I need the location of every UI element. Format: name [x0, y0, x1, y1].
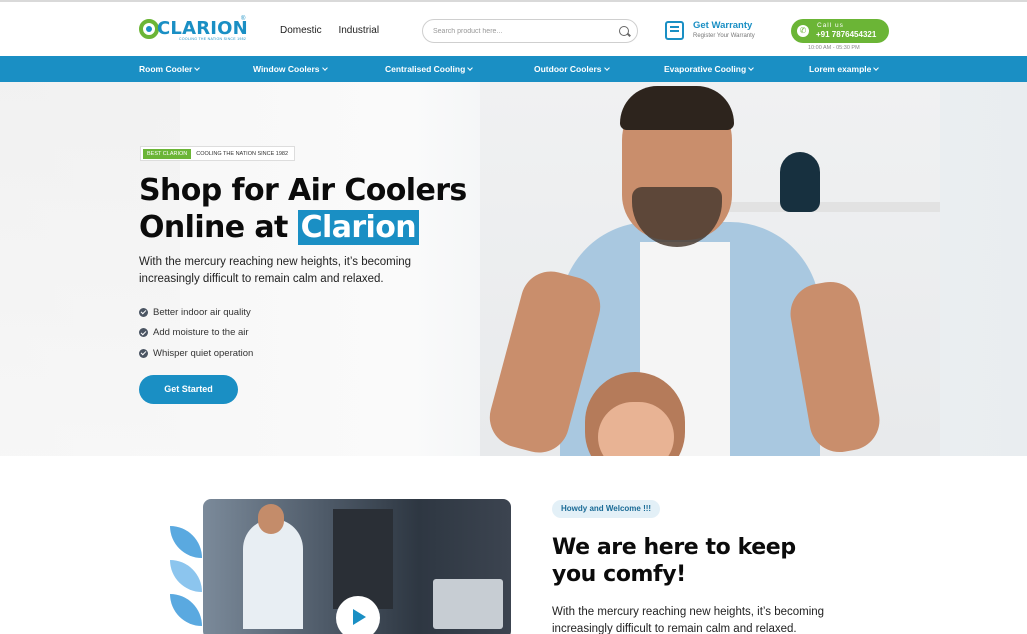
call-us-button[interactable]: ✆ Call us +91 7876454321	[791, 19, 889, 43]
category-evaporative-cooling[interactable]: Evaporative Cooling	[664, 64, 755, 74]
man-hair	[620, 86, 734, 130]
leaf-shape	[170, 526, 202, 558]
hero-title-line2-prefix: Online at	[139, 210, 298, 245]
category-label: Outdoor Coolers	[534, 64, 602, 74]
category-label: Evaporative Cooling	[664, 64, 747, 74]
nav-industrial[interactable]: Industrial	[338, 25, 379, 36]
category-label: Room Cooler	[139, 64, 193, 74]
feature-label: Better indoor air quality	[153, 306, 251, 318]
chevron-down-icon	[467, 65, 474, 71]
welcome-title: We are here to keep you comfy!	[552, 534, 796, 588]
feature-item: Add moisture to the air	[139, 323, 253, 344]
phone-icon: ✆	[797, 25, 809, 37]
call-number: +91 7876454321	[816, 30, 877, 39]
badge-text: COOLING THE NATION SINCE 1982	[196, 150, 289, 157]
hero-title: Shop for Air Coolers Online at Clarion	[139, 172, 467, 246]
hero-title-line1: Shop for Air Coolers	[139, 173, 467, 208]
category-room-cooler[interactable]: Room Cooler	[139, 64, 201, 74]
leaf-shape	[170, 594, 202, 626]
video-person-head	[258, 504, 284, 534]
video-machine	[333, 509, 393, 609]
leaf-shape	[170, 560, 202, 592]
intro-video[interactable]	[203, 499, 511, 634]
warranty-title: Get Warranty	[693, 20, 753, 31]
feature-label: Whisper quiet operation	[153, 347, 254, 359]
hero-title-highlight: Clarion	[297, 210, 419, 245]
page: CLARION ® COOLING THE NATION SINCE 1982 …	[0, 0, 1027, 634]
video-monitor	[433, 579, 503, 629]
warranty-subtitle: Register Your Warranty	[693, 33, 755, 39]
welcome-description: With the mercury reaching new heights, i…	[552, 606, 825, 634]
site-header: CLARION ® COOLING THE NATION SINCE 1982 …	[0, 0, 1027, 56]
welcome-title-line2: you comfy!	[552, 562, 686, 587]
play-icon[interactable]	[336, 596, 380, 634]
warranty-certificate-icon	[665, 21, 684, 40]
chevron-down-icon	[748, 65, 755, 71]
call-label: Call us	[817, 22, 844, 29]
logo-registered-mark: ®	[241, 16, 246, 22]
nav-domestic[interactable]: Domestic	[280, 25, 322, 36]
search-input[interactable]	[433, 25, 613, 38]
check-icon	[139, 328, 148, 338]
category-label: Window Coolers	[253, 64, 320, 74]
feature-item: Whisper quiet operation	[139, 343, 253, 364]
welcome-tag: Howdy and Welcome !!!	[552, 500, 661, 518]
check-icon	[139, 307, 148, 317]
category-nav-bar: Room Cooler Window Coolers Centralised C…	[0, 56, 1027, 82]
logo-tagline: COOLING THE NATION SINCE 1982	[179, 37, 247, 41]
badge-highlight: BEST CLARION	[143, 148, 192, 159]
search-box	[422, 19, 638, 43]
category-centralised-cooling[interactable]: Centralised Cooling	[385, 64, 474, 74]
hero-badge: BEST CLARION COOLING THE NATION SINCE 19…	[140, 146, 296, 161]
top-nav: Domestic Industrial	[280, 25, 393, 36]
get-started-button[interactable]: Get Started	[139, 375, 238, 404]
category-lorem-example[interactable]: Lorem example	[809, 64, 880, 74]
call-hours: 10:00 AM - 05:30 PM	[808, 45, 860, 51]
clarion-logo[interactable]: CLARION ® COOLING THE NATION SINCE 1982	[139, 16, 249, 44]
chevron-down-icon	[194, 65, 201, 71]
category-label: Centralised Cooling	[385, 64, 466, 74]
hero-section: BEST CLARION COOLING THE NATION SINCE 19…	[0, 82, 1027, 456]
category-label: Lorem example	[809, 64, 872, 74]
logo-text: CLARION	[157, 18, 248, 39]
category-window-coolers[interactable]: Window Coolers	[253, 64, 328, 74]
chevron-down-icon	[603, 65, 610, 71]
logo-mark-icon	[139, 19, 159, 39]
search-icon[interactable]	[619, 26, 629, 36]
welcome-section: Howdy and Welcome !!! We are here to kee…	[0, 456, 1027, 634]
chevron-down-icon	[321, 65, 328, 71]
category-outdoor-coolers[interactable]: Outdoor Coolers	[534, 64, 610, 74]
chevron-down-icon	[873, 65, 880, 71]
feature-item: Better indoor air quality	[139, 302, 253, 323]
video-person	[243, 519, 303, 629]
welcome-title-line1: We are here to keep	[552, 535, 796, 560]
hero-feature-list: Better indoor air quality Add moisture t…	[139, 302, 253, 364]
background-lamp	[780, 152, 820, 212]
check-icon	[139, 348, 148, 358]
feature-label: Add moisture to the air	[153, 327, 249, 339]
hero-description: With the mercury reaching new heights, i…	[139, 256, 412, 285]
